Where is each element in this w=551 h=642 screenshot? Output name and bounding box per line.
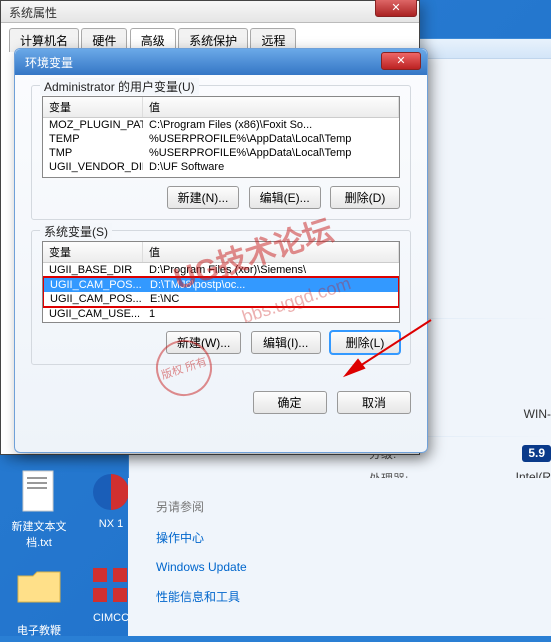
cancel-button[interactable]: 取消 [337,391,411,414]
highlight-box: UGII_CAM_POS...D:\TMJ8\postp\oc... UGII_… [42,276,400,308]
user-vars-list[interactable]: 变量 值 MOZ_PLUGIN_PATHC:\Program Files (x8… [42,96,400,178]
envvar-title-text: 环境变量 [25,56,73,70]
user-vars-legend: Administrator 的用户变量(U) [40,78,199,95]
link-action-center[interactable]: 操作中心 [156,529,551,546]
col-value-header[interactable]: 值 [143,97,399,117]
col-name-header[interactable]: 变量 [43,242,143,262]
user-vars-groupbox: Administrator 的用户变量(U) 变量 值 MOZ_PLUGIN_P… [31,85,411,220]
system-vars-list[interactable]: 变量 值 UGII_BASE_DIRD:\Program Files (xor)… [42,241,400,323]
var-row[interactable]: UGII_CAM_POS...E:\NC [44,292,398,306]
icon-label: 新建文本文 档.txt [12,521,67,549]
desktop-icon-textfile[interactable]: 新建文本文 档.txt [4,468,74,550]
rating-badge[interactable]: 5.9 [522,445,551,462]
system-vars-groupbox: 系统变量(S) 变量 值 UGII_BASE_DIRD:\Program Fil… [31,230,411,365]
col-name-header[interactable]: 变量 [43,97,143,117]
envvar-close-button[interactable]: ✕ [381,52,421,70]
new-user-var-button[interactable]: 新建(N)... [167,186,240,209]
pc-name-value: WIN- [524,407,551,424]
var-row[interactable]: TMP%USERPROFILE%\AppData\Local\Temp [43,146,399,160]
textfile-icon [15,468,63,516]
link-windows-update[interactable]: Windows Update [156,560,551,574]
var-row[interactable]: UGII_CAM_USE...1 [43,307,399,321]
edit-user-var-button[interactable]: 编辑(E)... [249,186,321,209]
list-header: 变量 值 [43,242,399,263]
sysprops-title-text: 系统属性 [9,6,57,20]
col-value-header[interactable]: 值 [143,242,399,262]
icon-label: NX 1 [99,518,123,530]
desktop-icon-folder[interactable] [4,562,74,612]
var-row[interactable]: TEMP%USERPROFILE%\AppData\Local\Temp [43,132,399,146]
var-row[interactable]: UGII_BASE_DIRD:\Program Files (xor)\Siem… [43,263,399,277]
var-row[interactable]: UGII_VENDOR_DIRD:\UF Software [43,160,399,174]
environment-variables-dialog: 环境变量 ✕ Administrator 的用户变量(U) 变量 值 MOZ_P… [14,48,428,453]
link-performance[interactable]: 性能信息和工具 [156,588,551,605]
list-header: 变量 值 [43,97,399,118]
folder-icon [15,562,63,610]
delete-sys-var-button[interactable]: 删除(L) [330,331,400,354]
icon-label: CIMCC [93,612,129,624]
sysprops-close-button[interactable]: ✕ [375,0,417,17]
var-row-selected[interactable]: UGII_CAM_POS...D:\TMJ8\postp\oc... [44,278,398,292]
envvar-titlebar[interactable]: 环境变量 ✕ [15,49,427,75]
edit-sys-var-button[interactable]: 编辑(I)... [251,331,321,354]
new-sys-var-button[interactable]: 新建(W)... [166,331,241,354]
sysprops-titlebar[interactable]: 系统属性 ✕ [1,1,419,23]
ok-button[interactable]: 确定 [253,391,327,414]
var-row[interactable]: MOZ_PLUGIN_PATHC:\Program Files (x86)\Fo… [43,118,399,132]
delete-user-var-button[interactable]: 删除(D) [330,186,400,209]
icon-label: 电子教鞭 [17,625,61,637]
close-icon: ✕ [391,2,400,14]
related-header: 另请参阅 [156,498,551,515]
system-vars-legend: 系统变量(S) [40,223,112,240]
close-icon: ✕ [396,55,405,67]
related-panel: 另请参阅 操作中心 Windows Update 性能信息和工具 [128,478,551,636]
